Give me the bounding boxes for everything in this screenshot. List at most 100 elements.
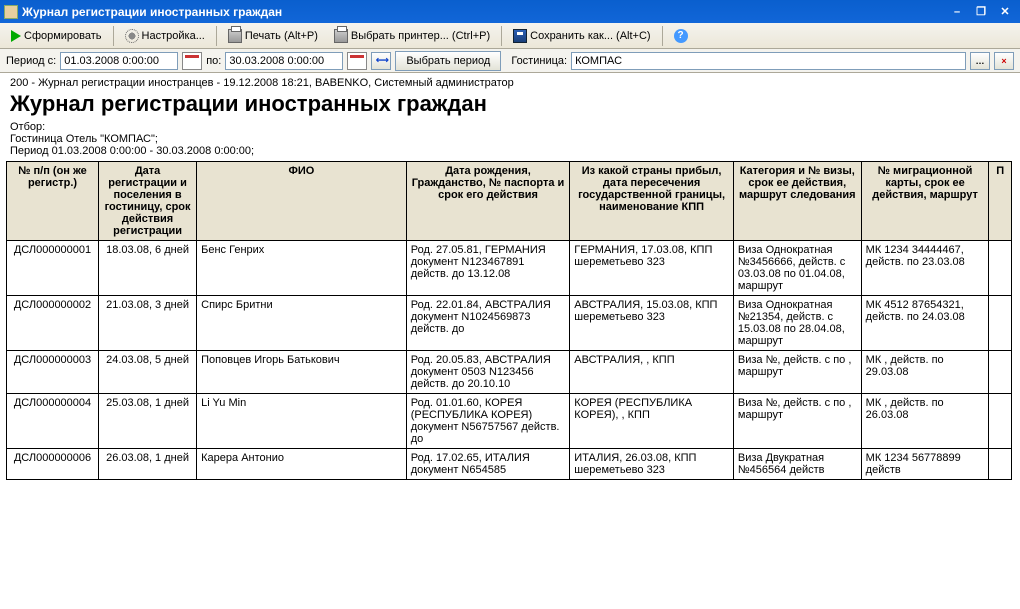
settings-label: Настройка...	[142, 30, 205, 42]
cell: МК , действ. по 29.03.08	[861, 351, 989, 394]
cell: АВСТРАЛИЯ, 15.03.08, КПП шереметьево 323	[570, 296, 734, 351]
table-row[interactable]: ДСЛ00000000118.03.08, 6 днейБенс ГенрихР…	[7, 241, 1012, 296]
cell: МК 1234 34444467, действ. по 23.03.08	[861, 241, 989, 296]
choose-period-button[interactable]: Выбрать период	[395, 51, 501, 71]
printer-label: Выбрать принтер... (Ctrl+P)	[351, 30, 490, 42]
cell: Карера Антонио	[197, 449, 407, 480]
cell: ИТАЛИЯ, 26.03.08, КПП шереметьево 323	[570, 449, 734, 480]
cell: 25.03.08, 1 дней	[99, 394, 197, 449]
report-title: Журнал регистрации иностранных граждан	[0, 89, 1020, 121]
table-row[interactable]: ДСЛ00000000324.03.08, 5 днейПоповцев Иго…	[7, 351, 1012, 394]
print-icon	[228, 29, 242, 43]
help-icon: ?	[674, 29, 688, 43]
hotel-picker-button[interactable]	[970, 52, 990, 70]
cell: 26.03.08, 1 дней	[99, 449, 197, 480]
window-titlebar: Журнал регистрации иностранных граждан –…	[0, 0, 1020, 23]
minimize-button[interactable]: –	[946, 3, 968, 21]
print-label: Печать (Alt+P)	[245, 30, 318, 42]
close-button[interactable]: ✕	[994, 3, 1016, 21]
cell: Виза Однократная №3456666, действ. с 03.…	[733, 241, 861, 296]
report-sub3: Период 01.03.2008 0:00:00 - 30.03.2008 0…	[0, 145, 1020, 157]
choose-printer-button[interactable]: Выбрать принтер... (Ctrl+P)	[327, 26, 497, 46]
cell: ДСЛ000000004	[7, 394, 99, 449]
form-button[interactable]: Сформировать	[4, 27, 109, 45]
cell: 24.03.08, 5 дней	[99, 351, 197, 394]
col-birth: Дата рождения, Гражданство, № паспорта и…	[406, 162, 570, 241]
report-sub2: Гостиница Отель "КОМПАС";	[0, 133, 1020, 145]
period-to-input[interactable]	[225, 52, 343, 70]
gear-icon	[125, 29, 139, 43]
settings-button[interactable]: Настройка...	[118, 26, 212, 46]
cell: АВСТРАЛИЯ, , КПП	[570, 351, 734, 394]
save-as-button[interactable]: Сохранить как... (Alt+C)	[506, 26, 657, 46]
cell: Род. 17.02.65, ИТАЛИЯ документ N654585	[406, 449, 570, 480]
play-icon	[11, 30, 21, 42]
calendar-to-button[interactable]	[347, 52, 367, 70]
cell: МК , действ. по 26.03.08	[861, 394, 989, 449]
hotel-clear-button[interactable]: ×	[994, 52, 1014, 70]
cell: Бенс Генрих	[197, 241, 407, 296]
table-row[interactable]: ДСЛ00000000425.03.08, 1 днейLi Yu MinРод…	[7, 394, 1012, 449]
period-arrows-button[interactable]: ⟷	[371, 52, 391, 70]
cell: Род. 22.01.84, АВСТРАЛИЯ документ N10245…	[406, 296, 570, 351]
window-title: Журнал регистрации иностранных граждан	[22, 5, 282, 19]
cell: МК 4512 87654321, действ. по 24.03.08	[861, 296, 989, 351]
report-table: № п/п (он же регистр.) Дата регистрации …	[6, 161, 1012, 480]
save-icon	[513, 29, 527, 43]
col-fio: ФИО	[197, 162, 407, 241]
calendar-from-button[interactable]	[182, 52, 202, 70]
save-label: Сохранить как... (Alt+C)	[530, 30, 650, 42]
col-p: П	[989, 162, 1012, 241]
cell: Li Yu Min	[197, 394, 407, 449]
report-meta: 200 - Журнал регистрации иностранцев - 1…	[0, 73, 1020, 89]
maximize-button[interactable]: ❐	[970, 3, 992, 21]
table-header-row: № п/п (он же регистр.) Дата регистрации …	[7, 162, 1012, 241]
cell: Виза №, действ. с по , маршрут	[733, 351, 861, 394]
cell: Виза Однократная №21354, действ. с 15.03…	[733, 296, 861, 351]
cell: МК 1234 56778899 действ	[861, 449, 989, 480]
arrows-icon: ⟷	[376, 55, 387, 66]
period-to-label: по:	[206, 55, 221, 67]
cell: Поповцев Игорь Батькович	[197, 351, 407, 394]
report-sub1: Отбор:	[0, 121, 1020, 133]
cell	[989, 296, 1012, 351]
cell	[989, 241, 1012, 296]
col-num: № п/п (он же регистр.)	[7, 162, 99, 241]
choose-period-label: Выбрать период	[406, 55, 490, 67]
cell: Виза Двукратная №456564 действ	[733, 449, 861, 480]
printer-icon	[334, 29, 348, 43]
cell: Род. 27.05.81, ГЕРМАНИЯ документ N123467…	[406, 241, 570, 296]
cell: 18.03.08, 6 дней	[99, 241, 197, 296]
col-regdate: Дата регистрации и поселения в гостиницу…	[99, 162, 197, 241]
cell: 21.03.08, 3 дней	[99, 296, 197, 351]
table-row[interactable]: ДСЛ00000000221.03.08, 3 днейСпирс Бритни…	[7, 296, 1012, 351]
period-from-label: Период с:	[6, 55, 56, 67]
cell: ДСЛ000000001	[7, 241, 99, 296]
cell	[989, 351, 1012, 394]
hotel-label: Гостиница:	[511, 55, 567, 67]
col-visa: Категория и № визы, срок ее действия, ма…	[733, 162, 861, 241]
cell: ДСЛ000000002	[7, 296, 99, 351]
cell: Род. 01.01.60, КОРЕЯ (РЕСПУБЛИКА КОРЕЯ) …	[406, 394, 570, 449]
main-toolbar: Сформировать Настройка... Печать (Alt+P)…	[0, 23, 1020, 49]
col-mig: № миграционной карты, срок ее действия, …	[861, 162, 989, 241]
cell	[989, 394, 1012, 449]
print-button[interactable]: Печать (Alt+P)	[221, 26, 325, 46]
form-label: Сформировать	[24, 30, 102, 42]
hotel-input[interactable]	[571, 52, 966, 70]
period-from-input[interactable]	[60, 52, 178, 70]
cell: ДСЛ000000006	[7, 449, 99, 480]
cell: Род. 20.05.83, АВСТРАЛИЯ документ 0503 N…	[406, 351, 570, 394]
help-button[interactable]: ?	[667, 26, 695, 46]
cell: ДСЛ000000003	[7, 351, 99, 394]
table-row[interactable]: ДСЛ00000000626.03.08, 1 днейКарера Антон…	[7, 449, 1012, 480]
col-from: Из какой страны прибыл, дата пересечения…	[570, 162, 734, 241]
report-area[interactable]: 200 - Журнал регистрации иностранцев - 1…	[0, 73, 1020, 609]
cell: Спирс Бритни	[197, 296, 407, 351]
cell: Виза №, действ. с по , маршрут	[733, 394, 861, 449]
x-icon: ×	[1001, 56, 1006, 66]
cell	[989, 449, 1012, 480]
cell: ГЕРМАНИЯ, 17.03.08, КПП шереметьево 323	[570, 241, 734, 296]
app-icon	[4, 5, 18, 19]
cell: КОРЕЯ (РЕСПУБЛИКА КОРЕЯ), , КПП	[570, 394, 734, 449]
